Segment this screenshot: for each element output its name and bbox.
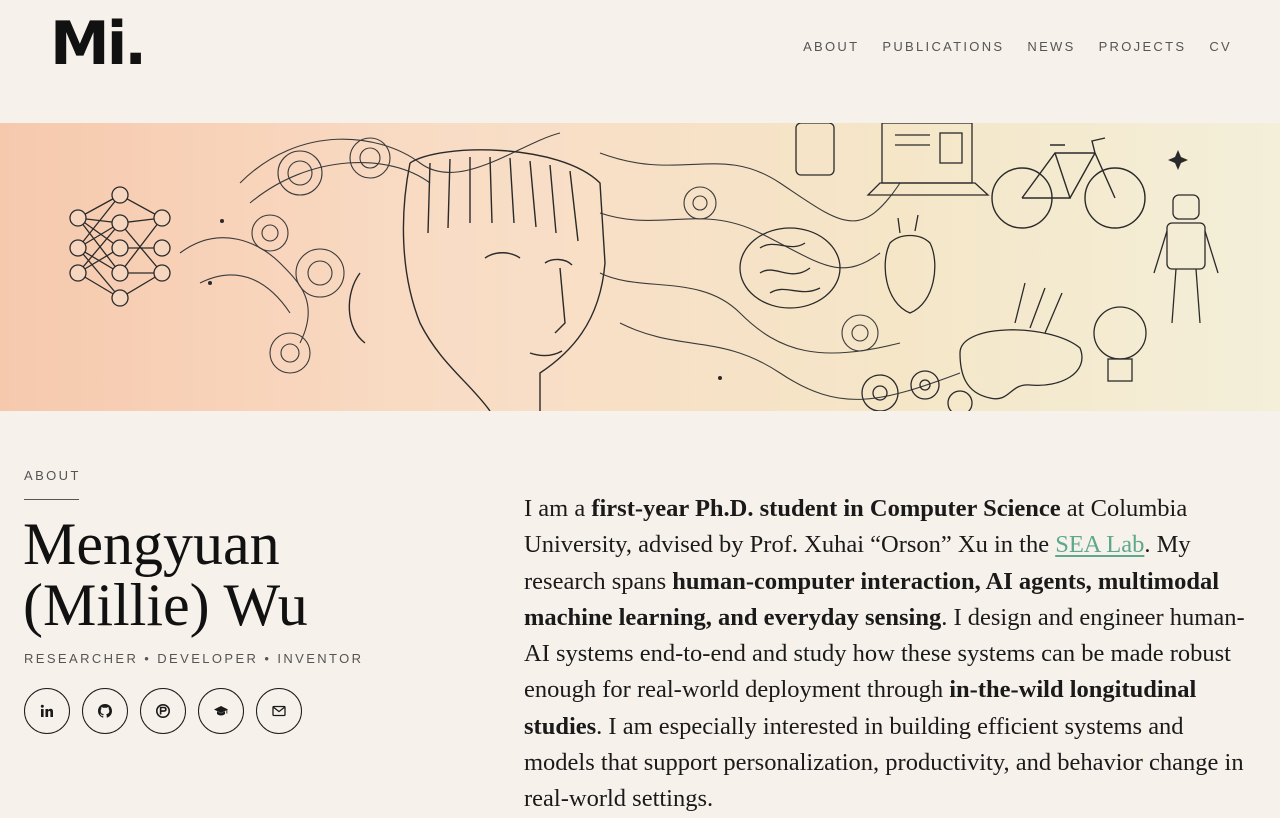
- graduation-cap-icon: [214, 706, 228, 716]
- linkedin-icon: [40, 704, 53, 717]
- bio-text: I am a: [524, 495, 592, 522]
- site-header: Mi. ABOUT PUBLICATIONS NEWS PROJECTS CV: [0, 0, 1280, 123]
- page-title: Mengyuan (Millie) Wu: [23, 511, 308, 638]
- github-icon: [98, 704, 112, 718]
- section-divider: [24, 499, 79, 500]
- globe-icon: [156, 704, 170, 718]
- mail-icon: [272, 705, 286, 717]
- google-scholar-button[interactable]: [198, 688, 244, 734]
- social-links: [24, 688, 302, 734]
- bio-highlight: first-year Ph.D. student in Computer Sci…: [591, 495, 1061, 522]
- about-section: ABOUT Mengyuan (Millie) Wu RESEARCHER • …: [0, 411, 1280, 812]
- nav-about[interactable]: ABOUT: [803, 39, 859, 54]
- email-button[interactable]: [256, 688, 302, 734]
- bio-paragraph: I am a first-year Ph.D. student in Compu…: [524, 491, 1259, 818]
- bio-text: . I am especially interested in building…: [524, 712, 1244, 813]
- website-button[interactable]: [140, 688, 186, 734]
- section-label: ABOUT: [24, 468, 81, 483]
- hero-illustration: [0, 123, 1280, 411]
- site-logo[interactable]: Mi.: [50, 14, 147, 74]
- nav-projects[interactable]: PROJECTS: [1099, 39, 1187, 54]
- nav-news[interactable]: NEWS: [1027, 39, 1075, 54]
- linkedin-button[interactable]: [24, 688, 70, 734]
- nav-cv[interactable]: CV: [1209, 39, 1232, 54]
- sea-lab-link[interactable]: SEA Lab: [1055, 531, 1144, 558]
- main-nav: ABOUT PUBLICATIONS NEWS PROJECTS CV: [803, 39, 1232, 54]
- hero-banner-illustration: [0, 123, 1280, 411]
- roles-tagline: RESEARCHER • DEVELOPER • INVENTOR: [24, 651, 364, 666]
- github-button[interactable]: [82, 688, 128, 734]
- nav-publications[interactable]: PUBLICATIONS: [882, 39, 1004, 54]
